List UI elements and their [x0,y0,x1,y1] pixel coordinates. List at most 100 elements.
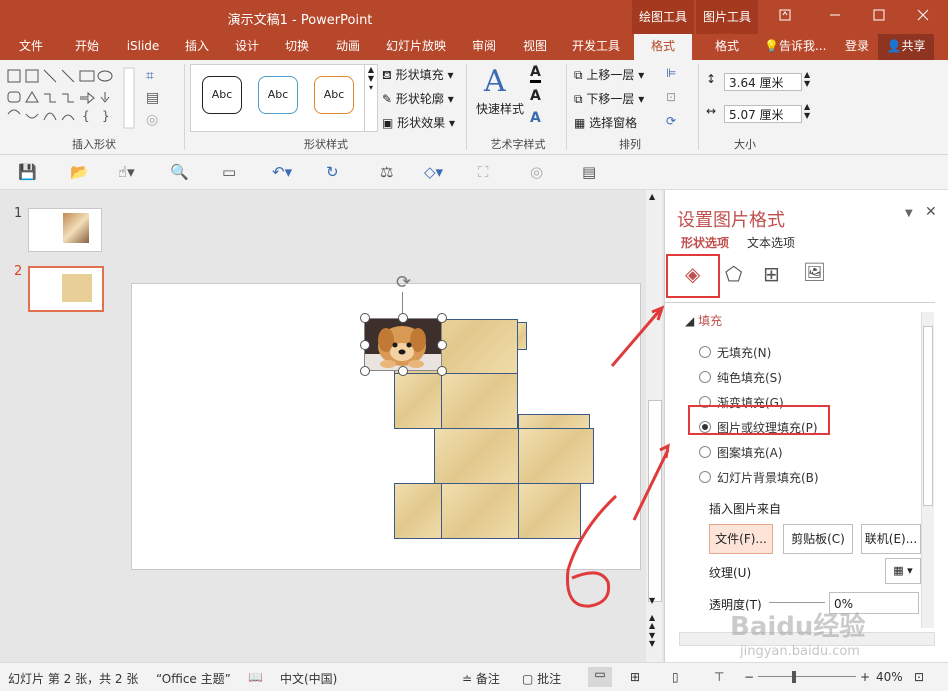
resize-handle[interactable] [437,366,447,376]
open-folder-icon[interactable]: 📂 [70,163,89,181]
text-effects-icon[interactable]: A [530,110,541,126]
resize-handle[interactable] [437,340,447,350]
shapes-gallery[interactable]: {} [6,66,138,130]
slideshow-icon[interactable]: ⊤ [714,670,724,684]
tab-islide[interactable]: iSlide [118,34,168,60]
tab-slideshow[interactable]: 幻灯片放映 [378,34,454,60]
align-icon[interactable]: ⊫ [666,66,676,80]
size-properties-icon[interactable]: ⊞ [763,262,780,286]
tab-design[interactable]: 设计 [226,34,268,60]
tab-shape-options[interactable]: 形状选项 [681,234,729,251]
texture-tile[interactable] [434,428,519,484]
pane-options-icon[interactable]: ▼ [905,208,913,219]
touch-mode-icon[interactable]: ☝▾ [118,163,135,181]
maximize-icon[interactable] [856,0,902,34]
radio-slide-background-fill[interactable]: 幻灯片背景填充(B) [699,469,819,486]
pane-close-icon[interactable]: ✕ [925,204,937,220]
style-sample-blue[interactable]: Abc [258,76,298,114]
width-input[interactable]: 5.07 厘米 [724,105,802,123]
online-button[interactable]: 联机(E)... [861,524,921,554]
group-icon[interactable]: ⊡ [666,90,676,104]
close-icon[interactable] [900,0,946,34]
shape-outline-button[interactable]: ✎ 形状轮廓 ▾ [382,90,454,107]
fit-slide-icon[interactable]: ⊡ [914,670,924,684]
height-input[interactable]: 3.64 厘米 [724,73,802,91]
tab-transitions[interactable]: 切换 [276,34,318,60]
print-preview-icon[interactable]: 🔍 [170,163,189,181]
style-sample-black[interactable]: Abc [202,76,242,114]
effects-pentagon-icon[interactable]: ⬠ [725,262,742,286]
comments-button[interactable]: ▢ 批注 [522,670,561,687]
clipboard-button[interactable]: 剪贴板(C) [783,524,853,554]
rotate-icon[interactable]: ⟳ [666,114,676,128]
tab-animations[interactable]: 动画 [326,34,370,60]
merge-shapes-icon[interactable]: ◎ [146,112,158,128]
bring-forward-button[interactable]: ⧉ 上移一层 ▾ [574,66,644,83]
next-slide-icon[interactable]: ▼ ▼ [649,632,655,648]
zoom-slider-thumb[interactable] [792,671,796,683]
textbox-tool-icon[interactable]: ▤ [582,163,596,181]
normal-view-icon[interactable]: ▭ [588,667,612,687]
radio-solid-fill[interactable]: 纯色填充(S) [699,369,782,386]
align-tool-icon[interactable]: ⚖ [380,163,393,181]
pane-scrollbar[interactable] [921,312,934,628]
shape-tool-icon[interactable]: ◇▾ [424,163,443,181]
send-backward-button[interactable]: ⧉ 下移一层 ▾ [574,90,644,107]
resize-handle[interactable] [398,313,408,323]
radio-pattern-fill[interactable]: 图案填充(A) [699,444,783,461]
tab-text-options[interactable]: 文本选项 [747,234,795,251]
file-button[interactable]: 文件(F)... [709,524,773,554]
resize-handle[interactable] [437,313,447,323]
resize-handle[interactable] [398,366,408,376]
slide-thumbnail[interactable] [28,208,102,252]
zoom-slider[interactable] [758,676,856,677]
tab-format-drawing[interactable]: 格式 [634,34,692,60]
texture-tile[interactable] [517,322,527,350]
transparency-slider[interactable] [769,602,825,603]
merge-icon[interactable]: ◎ [530,163,543,181]
texture-tile[interactable] [394,373,442,429]
undo-icon[interactable]: ↶▾ [272,163,292,181]
texture-tile[interactable] [394,483,442,539]
radio-no-fill[interactable]: 无填充(N) [699,344,771,361]
spellcheck-icon[interactable]: 📖 [248,670,263,684]
picture-icon[interactable]: 🖼 [803,262,826,283]
text-fill-icon[interactable]: A [530,64,541,83]
resize-handle[interactable] [360,366,370,376]
resize-handle[interactable] [360,340,370,350]
pane-scroll-thumb[interactable] [923,326,933,506]
crop-icon[interactable]: ⛶ [478,163,489,181]
language-status[interactable]: 中文(中国) [280,670,337,687]
slide-sorter-icon[interactable]: ⊞ [630,670,640,684]
tab-review[interactable]: 审阅 [462,34,506,60]
restore-icon[interactable] [762,0,808,34]
save-icon[interactable]: 💾 [18,163,37,181]
zoom-out-icon[interactable]: − [744,670,754,684]
tell-me-box[interactable]: 💡告诉我... [764,34,838,60]
scroll-up-icon[interactable]: ▲ [649,192,655,201]
slide-thumbnail-selected[interactable] [28,266,104,312]
tab-format-picture[interactable]: 格式 [698,34,756,60]
selection-pane-button[interactable]: ▦ 选择窗格 [574,114,637,131]
text-outline-icon[interactable]: A [530,88,541,104]
textbox-icon[interactable]: ▤ [146,90,159,106]
shape-effects-button[interactable]: ▣ 形状效果 ▾ [382,114,455,131]
style-sample-orange[interactable]: Abc [314,76,354,114]
gallery-scroll[interactable]: ▲ ▼ ▾ [364,64,378,132]
share-button[interactable]: 👤共享 [878,34,934,60]
texture-tile[interactable] [441,483,519,539]
edit-shape-icon[interactable]: ⌗ [146,68,154,84]
tab-home[interactable]: 开始 [64,34,110,60]
width-spinner[interactable]: ▲ ▼ [804,102,810,120]
redo-icon[interactable]: ↻ [326,163,339,181]
resize-handle[interactable] [360,313,370,323]
reading-view-icon[interactable]: ▯ [672,670,679,684]
fill-section-header[interactable]: ◢ 填充 [685,312,722,329]
texture-tile[interactable] [441,373,518,429]
login-link[interactable]: 登录 [840,34,874,60]
present-icon[interactable]: ▭ [222,163,236,181]
tab-view[interactable]: 视图 [514,34,556,60]
quick-styles-button[interactable]: 快速样式 [476,100,524,117]
tab-developer[interactable]: 开发工具 [564,34,628,60]
height-spinner[interactable]: ▲ ▼ [804,70,810,88]
